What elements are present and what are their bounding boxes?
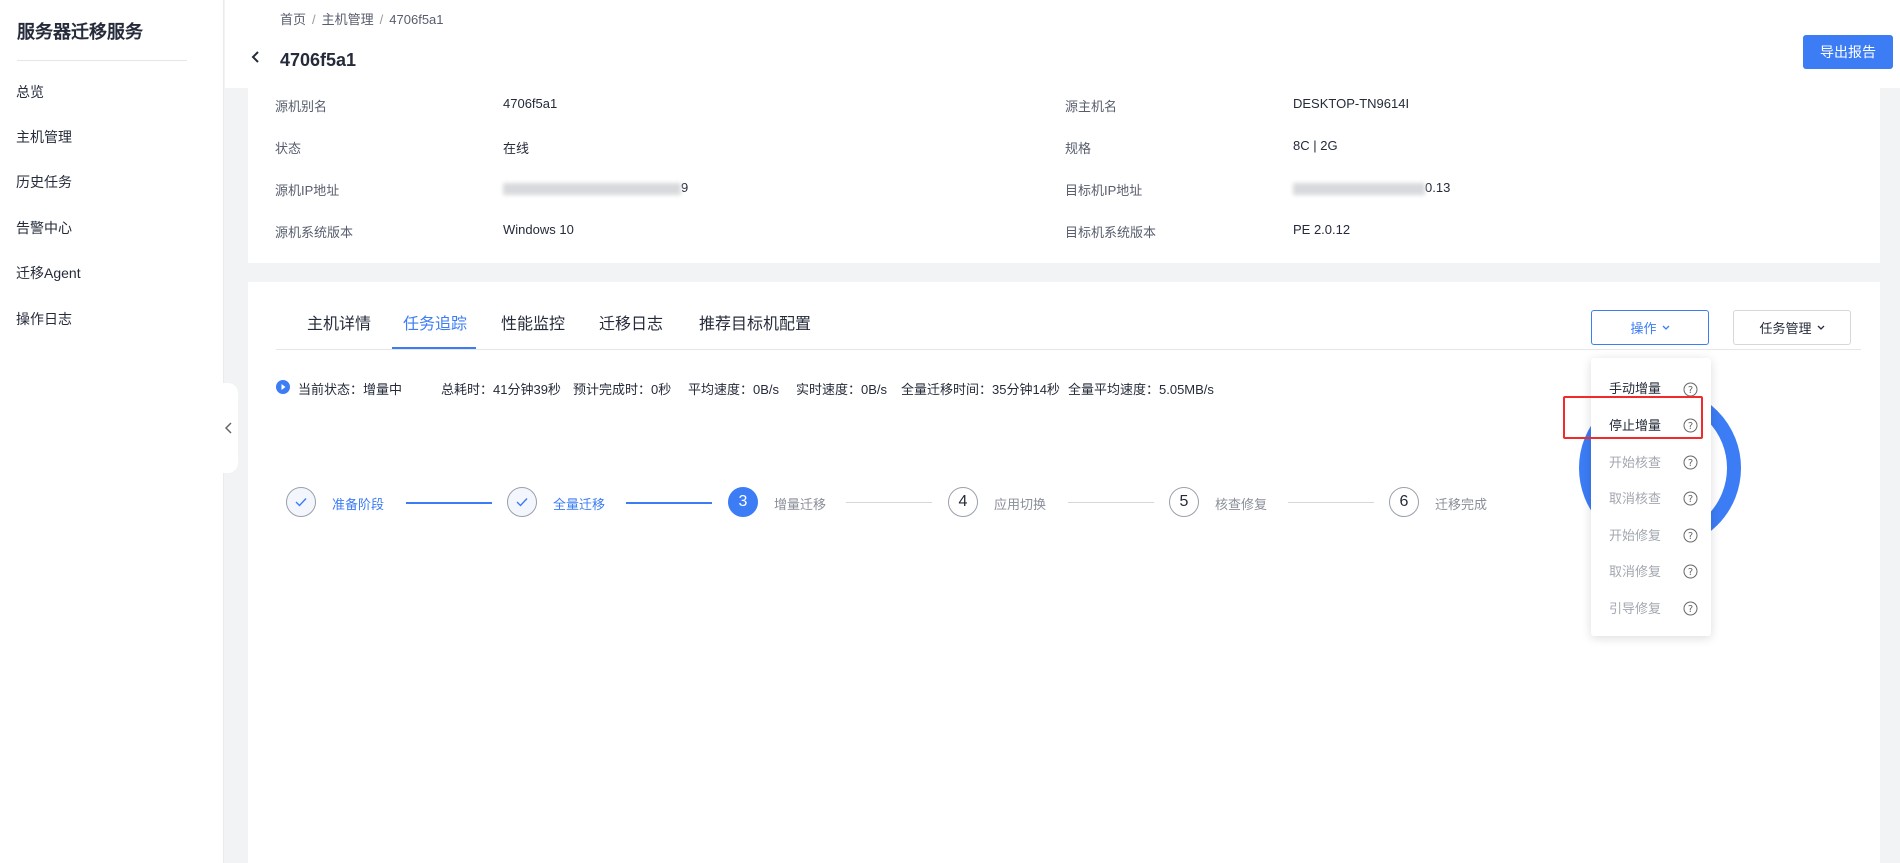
active-tab-indicator: [392, 347, 476, 349]
menu-item-start-repair[interactable]: 开始修复: [1609, 525, 1661, 544]
chevron-down-icon: [1662, 325, 1669, 330]
current-status: 当前状态：增量中: [298, 382, 403, 397]
menu-item-manual-incremental[interactable]: 手动增量: [1609, 378, 1661, 397]
task-manage-label: 任务管理: [1759, 321, 1812, 336]
export-report-button[interactable]: 导出报告: [1803, 35, 1893, 69]
total-time: 总耗时：41分钟39秒: [441, 382, 561, 397]
tab-recommended-config[interactable]: 推荐目标机配置: [699, 310, 811, 334]
tab-migration-log[interactable]: 迁移日志: [599, 310, 663, 334]
host-info-card: 源机别名 4706f5a1 源主机名 DESKTOP-TN9614I 状态 在线…: [248, 88, 1880, 263]
help-icon[interactable]: ?: [1683, 455, 1698, 470]
spec-label: 规格: [1065, 141, 1092, 156]
svg-text:?: ?: [1688, 531, 1693, 542]
step-5-label: 核查修复: [1215, 497, 1268, 512]
operate-label: 操作: [1630, 321, 1657, 336]
source-alias-value: 4706f5a1: [503, 96, 558, 111]
step-connector: [406, 502, 492, 504]
avg-speed: 平均速度：0B/s: [688, 382, 780, 397]
breadcrumb-hosts[interactable]: 主机管理: [322, 12, 374, 27]
tab-task-tracking[interactable]: 任务追踪: [403, 310, 467, 334]
tab-performance[interactable]: 性能监控: [501, 310, 565, 334]
sidebar-item-hosts[interactable]: 主机管理: [16, 127, 72, 147]
svg-text:?: ?: [1688, 604, 1693, 615]
help-icon[interactable]: ?: [1683, 601, 1698, 616]
step-3-number: 3: [728, 487, 758, 517]
sidebar: 服务器迁移服务 总览 主机管理 历史任务 告警中心 迁移Agent 操作日志: [0, 0, 224, 863]
target-ip-value: 0.13: [1293, 180, 1450, 195]
task-manage-dropdown-button[interactable]: 任务管理: [1733, 310, 1851, 345]
menu-item-start-check[interactable]: 开始核查: [1609, 452, 1661, 471]
step-connector: [1068, 502, 1154, 503]
sidebar-item-oplog[interactable]: 操作日志: [16, 309, 72, 329]
step-connector: [846, 502, 932, 503]
page-title: 4706f5a1: [280, 50, 357, 70]
source-ip-tail: 9: [681, 180, 689, 195]
step-3-label: 增量迁移: [774, 497, 827, 512]
svg-text:?: ?: [1688, 458, 1693, 469]
full-avg-speed: 全量平均速度：5.05MB/s: [1068, 382, 1214, 397]
step-5-number: 5: [1169, 487, 1199, 517]
realtime-speed: 实时速度：0B/s: [796, 382, 888, 397]
step-6-number: 6: [1389, 487, 1419, 517]
sidebar-divider: [17, 60, 187, 61]
source-ip-value: 9: [503, 180, 688, 195]
breadcrumb-separator: /: [379, 12, 384, 27]
sidebar-item-alerts[interactable]: 告警中心: [16, 218, 72, 238]
redacted-ip: [503, 182, 681, 195]
source-alias-label: 源机别名: [275, 99, 328, 114]
target-ip-label: 目标机IP地址: [1065, 183, 1143, 198]
status-label: 状态: [275, 141, 302, 156]
step-4-number: 4: [948, 487, 978, 517]
source-host-label: 源主机名: [1065, 99, 1118, 114]
breadcrumb-current: 4706f5a1: [389, 12, 444, 27]
help-icon[interactable]: ?: [1683, 564, 1698, 579]
source-ip-label: 源机IP地址: [275, 183, 340, 198]
step-6-label: 迁移完成: [1435, 497, 1488, 512]
sidebar-collapse-button[interactable]: [220, 383, 238, 473]
source-os-label: 源机系统版本: [275, 225, 354, 240]
svg-text:?: ?: [1688, 385, 1693, 396]
menu-item-cancel-repair[interactable]: 取消修复: [1609, 561, 1661, 580]
status-value: 在线: [503, 141, 530, 156]
step-4-label: 应用切换: [994, 497, 1047, 512]
operate-dropdown-button[interactable]: 操作: [1591, 310, 1709, 345]
target-os-label: 目标机系统版本: [1065, 225, 1157, 240]
back-arrow-icon[interactable]: [250, 50, 262, 64]
help-icon[interactable]: ?: [1683, 528, 1698, 543]
help-icon[interactable]: ?: [1683, 382, 1698, 397]
breadcrumb: 首页 / 主机管理 / 4706f5a1: [280, 9, 444, 28]
target-ip-tail: 0.13: [1425, 180, 1451, 195]
svg-text:?: ?: [1688, 494, 1693, 505]
chevron-down-icon: [1817, 325, 1824, 330]
help-icon[interactable]: ?: [1683, 491, 1698, 506]
step-connector: [1288, 502, 1374, 503]
status-play-icon: [276, 380, 290, 394]
step-2-label: 全量迁移: [553, 497, 606, 512]
chevron-left-icon: [225, 422, 232, 434]
step-1-label: 准备阶段: [332, 497, 385, 512]
step-1-check-icon: [286, 487, 316, 517]
sidebar-title: 服务器迁移服务: [17, 22, 143, 42]
svg-text:?: ?: [1688, 567, 1693, 578]
step-2-check-icon: [507, 487, 537, 517]
step-connector: [626, 502, 712, 504]
source-host-value: DESKTOP-TN9614I: [1293, 96, 1410, 111]
spec-value: 8C | 2G: [1293, 138, 1338, 153]
redacted-ip: [1293, 182, 1425, 195]
page-header: 首页 / 主机管理 / 4706f5a1 4706f5a1 导出报告: [225, 0, 1900, 88]
breadcrumb-home[interactable]: 首页: [280, 12, 306, 27]
sidebar-item-history[interactable]: 历史任务: [16, 172, 72, 192]
target-os-value: PE 2.0.12: [1293, 222, 1351, 237]
highlight-annotation-box: [1563, 396, 1703, 439]
tab-host-details[interactable]: 主机详情: [307, 310, 371, 334]
eta: 预计完成时：0秒: [573, 382, 672, 397]
sidebar-item-agent[interactable]: 迁移Agent: [16, 263, 81, 283]
menu-item-guided-repair[interactable]: 引导修复: [1609, 598, 1661, 617]
menu-item-cancel-check[interactable]: 取消核查: [1609, 488, 1661, 507]
sidebar-item-overview[interactable]: 总览: [16, 82, 44, 102]
full-migration-time: 全量迁移时间：35分钟14秒: [901, 382, 1060, 397]
source-os-value: Windows 10: [503, 222, 574, 237]
breadcrumb-separator: /: [312, 12, 316, 27]
